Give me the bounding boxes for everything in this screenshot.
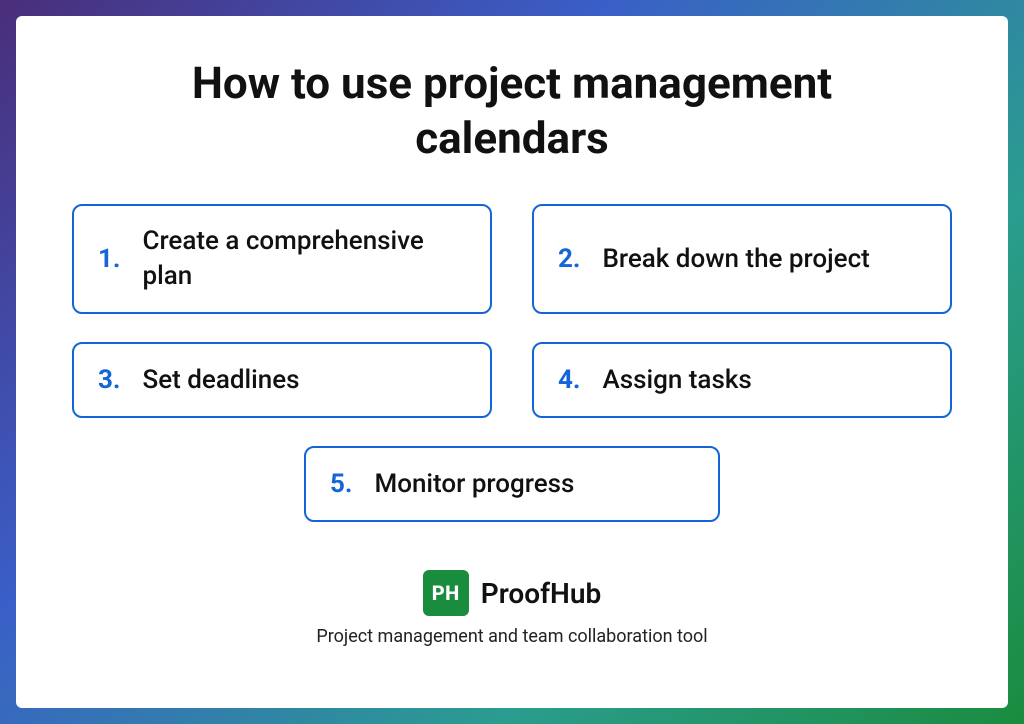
brand-row: PH ProofHub xyxy=(423,570,602,616)
step-number: 5. xyxy=(330,469,352,499)
brand-name: ProofHub xyxy=(481,577,602,610)
step-label: Monitor progress xyxy=(374,467,574,502)
step-label: Set deadlines xyxy=(142,363,299,398)
step-1: 1. Create a comprehensive plan xyxy=(72,204,492,314)
info-card: How to use project management calendars … xyxy=(16,16,1008,708)
proofhub-logo-icon: PH xyxy=(423,570,469,616)
brand-tagline: Project management and team collaboratio… xyxy=(316,626,707,647)
step-number: 2. xyxy=(558,244,580,274)
step-3: 3. Set deadlines xyxy=(72,342,492,418)
step-number: 3. xyxy=(98,365,120,395)
step-4: 4. Assign tasks xyxy=(532,342,952,418)
step-label: Break down the project xyxy=(602,242,869,277)
branding-block: PH ProofHub Project management and team … xyxy=(316,570,707,647)
steps-grid: 1. Create a comprehensive plan 2. Break … xyxy=(64,204,960,522)
step-number: 1. xyxy=(98,244,120,274)
step-label: Create a comprehensive plan xyxy=(142,224,470,294)
page-title: How to use project management calendars xyxy=(132,56,892,166)
step-2: 2. Break down the project xyxy=(532,204,952,314)
step-5: 5. Monitor progress xyxy=(304,446,720,522)
step-number: 4. xyxy=(558,365,580,395)
step-label: Assign tasks xyxy=(602,363,751,398)
